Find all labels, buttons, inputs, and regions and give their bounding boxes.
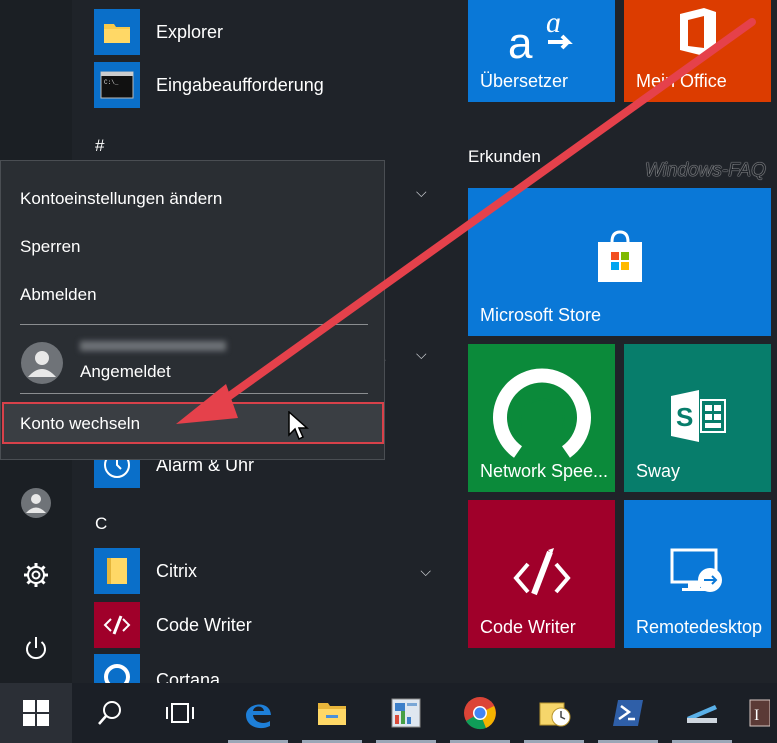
menu-sign-out[interactable]: Abmelden — [20, 285, 97, 305]
folder-icon — [318, 703, 346, 725]
tile-translator[interactable]: a ɑ Übersetzer — [468, 0, 615, 102]
taskbar-app-2[interactable] — [518, 683, 590, 743]
power-icon — [26, 637, 46, 660]
list-item-codewriter[interactable]: Code Writer — [94, 600, 439, 650]
svg-text:S: S — [676, 402, 693, 432]
blurred-username — [80, 341, 226, 351]
user-icon — [21, 488, 51, 518]
mouse-cursor-icon — [288, 411, 309, 441]
office-icon — [624, 6, 771, 58]
speedometer-icon — [468, 362, 615, 462]
folder-icon — [94, 9, 140, 55]
list-item-citrix[interactable]: Citrix ⌵ — [94, 546, 439, 596]
taskbar-powershell[interactable] — [592, 683, 664, 743]
tile-group-heading[interactable]: Erkunden — [468, 147, 541, 167]
store-icon — [468, 228, 771, 284]
chevron-down-icon[interactable]: ⌵ — [420, 563, 431, 580]
powershell-icon — [613, 700, 643, 726]
tile-network-speed[interactable]: Network Spee... — [468, 344, 615, 492]
code-writer-icon — [94, 602, 140, 648]
search-icon — [98, 701, 121, 725]
settings-button[interactable] — [0, 550, 72, 600]
menu-current-user[interactable]: Angemeldet — [20, 337, 370, 387]
start-button[interactable] — [0, 683, 72, 743]
edge-icon — [246, 704, 271, 729]
svg-text:ɑ: ɑ — [546, 6, 561, 39]
folder-icon — [94, 548, 140, 594]
tile-remote-desktop[interactable]: Remotedesktop — [624, 500, 771, 648]
taskbar-app[interactable] — [370, 683, 442, 743]
windows-logo-icon — [23, 700, 49, 726]
taskbar-scanner[interactable] — [666, 683, 738, 743]
list-item-cmd[interactable]: C:\_ Eingabeaufforderung — [94, 60, 439, 110]
gear-icon — [24, 563, 48, 587]
tile-office[interactable]: Mein Office — [624, 0, 771, 102]
menu-divider — [20, 324, 368, 325]
chevron-down-icon[interactable]: ⌵ — [416, 346, 427, 363]
task-view-icon — [166, 703, 194, 723]
tile-store[interactable]: Microsoft Store — [468, 188, 771, 336]
watermark: Windows-FAQ — [645, 160, 766, 181]
control-panel-icon — [391, 698, 421, 728]
user-status: Angemeldet — [80, 362, 171, 381]
svg-text:C:\_: C:\_ — [104, 79, 119, 86]
taskbar-explorer[interactable] — [296, 683, 368, 743]
svg-text:I: I — [754, 707, 759, 724]
chevron-down-icon[interactable]: ⌵ — [416, 184, 427, 201]
scheduler-icon — [539, 702, 571, 727]
power-button[interactable] — [0, 623, 72, 673]
task-view-button[interactable] — [144, 683, 216, 743]
taskbar-chrome[interactable] — [444, 683, 516, 743]
taskbar-edge[interactable] — [222, 683, 294, 743]
cortana-icon — [94, 654, 140, 683]
search-button[interactable] — [74, 683, 146, 743]
command-prompt-icon: C:\_ — [94, 62, 140, 108]
chrome-icon — [464, 697, 496, 730]
scanner-icon — [687, 705, 717, 723]
section-header-c[interactable]: C — [95, 514, 107, 534]
tile-code-writer[interactable]: Code Writer — [468, 500, 615, 648]
taskbar-app-3[interactable]: I — [740, 683, 777, 743]
section-header-hash[interactable]: # — [95, 136, 104, 156]
user-icon — [21, 342, 63, 384]
list-item-cortana[interactable]: Cortana — [94, 654, 439, 683]
menu-lock[interactable]: Sperren — [20, 237, 80, 257]
remote-desktop-icon — [624, 548, 771, 598]
translator-icon: a ɑ — [468, 2, 615, 66]
menu-divider — [20, 393, 368, 394]
switch-account-label: Konto wechseln — [20, 414, 141, 433]
tile-sway[interactable]: S Sway — [624, 344, 771, 492]
code-writer-icon — [468, 546, 615, 602]
app-icon: I — [749, 699, 770, 727]
menu-change-account-settings[interactable]: Kontoeinstellungen ändern — [20, 189, 222, 209]
list-item-explorer[interactable]: Explorer — [94, 7, 439, 57]
sway-icon: S — [624, 390, 771, 442]
user-account-button[interactable] — [0, 478, 72, 528]
svg-text:a: a — [508, 19, 533, 66]
